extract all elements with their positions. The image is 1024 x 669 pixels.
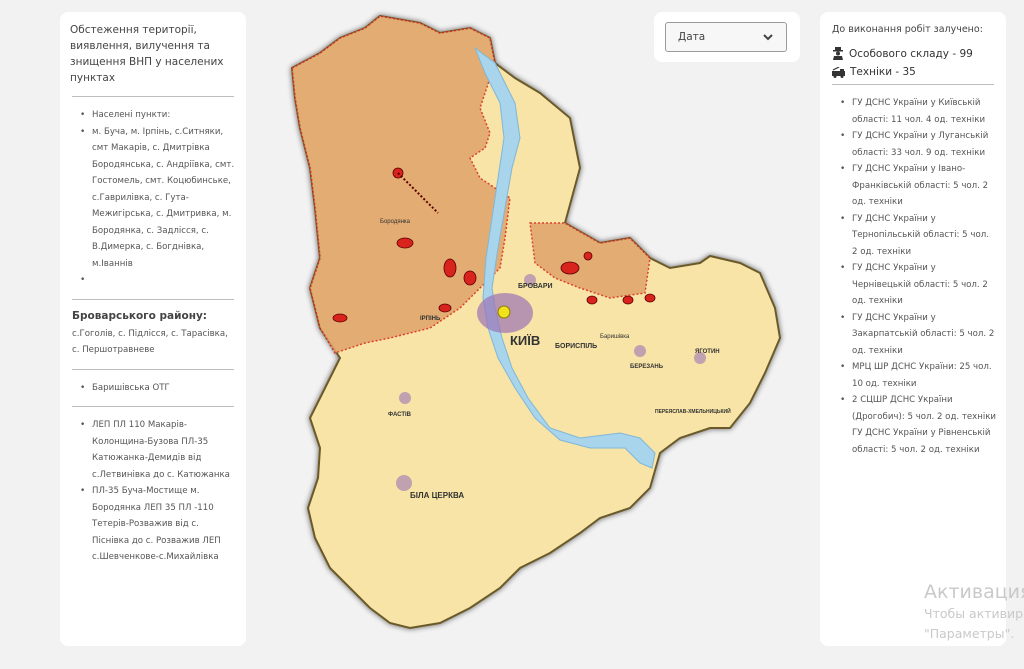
units-list: ГУ ДСНС України у Київській області: 11 …	[830, 95, 996, 425]
map-label-boryspil: БОРИСПІЛЬ	[555, 343, 597, 350]
otg-list: Баришівська ОТГ	[70, 380, 236, 397]
map-label-fastiv: ФАСТІВ	[388, 412, 412, 418]
map-label-pereyaslav: ПЕРЕЯСЛАВ-ХМЕЛЬНИЦЬКИЙ	[655, 407, 731, 415]
watermark-line-1: Чтобы активир	[924, 606, 1024, 621]
activation-watermark: Активация Чтобы активир "Параметры".	[924, 580, 1024, 644]
unit-item: ГУ ДСНС України у Луганській області: 33…	[840, 128, 996, 161]
danger-marker[interactable]	[463, 270, 477, 286]
unit-item-extra: ГУ ДСНС України у Рівненській області: 5…	[852, 428, 991, 455]
map-label-kyiv: КИЇВ	[510, 333, 540, 348]
baryshivka-otg: Баришівська ОТГ	[80, 380, 236, 397]
right-info-panel: До виконання робіт залучено: Особового с…	[820, 12, 1006, 646]
map-label-yahotyn: ЯГОТИН	[695, 349, 720, 355]
power-line-item: ЛЕП ПЛ 110 Макарів-Колонщина-Бузова ПЛ-3…	[80, 417, 236, 483]
map-label-baryshivka: Баришівка	[600, 334, 630, 340]
vehicles-stat: Техніки - 35	[832, 66, 996, 78]
date-select-label: Дата	[678, 31, 706, 43]
map-label-bila-tserkva: БІЛА ЦЕРКВА	[410, 491, 464, 500]
danger-marker[interactable]	[443, 258, 457, 278]
unit-item: ГУ ДСНС України у Чернівецькій області: …	[840, 260, 996, 310]
kyiv-marker[interactable]	[497, 305, 511, 319]
left-panel-title: Обстеження території, виявлення, вилучен…	[70, 24, 224, 84]
fastiv-city	[399, 392, 411, 404]
danger-marker[interactable]	[622, 295, 634, 305]
danger-marker[interactable]	[644, 293, 656, 303]
power-lines-list: ЛЕП ПЛ 110 Макарів-Колонщина-Бузова ПЛ-3…	[70, 417, 236, 566]
vehicles-count: Техніки - 35	[850, 66, 916, 78]
watermark-line-2: "Параметры".	[924, 626, 1015, 641]
danger-marker[interactable]	[396, 237, 414, 249]
divider	[832, 84, 994, 85]
personnel-stat: Особового складу - 99	[832, 47, 996, 60]
divider	[72, 368, 234, 370]
divider	[72, 406, 234, 407]
firefighter-icon	[833, 47, 843, 60]
map-label-borodianka: Бородянка	[380, 219, 411, 225]
date-select[interactable]: Дата	[665, 22, 787, 52]
brovary-district-villages: с.Гоголів, с. Підлісся, с. Тарасівка, с.…	[72, 328, 228, 356]
danger-marker[interactable]	[332, 313, 348, 323]
unit-item: ГУ ДСНС України у Київській області: 11 …	[840, 95, 996, 128]
resources-title: До виконання робіт залучено:	[832, 24, 983, 35]
danger-marker[interactable]	[438, 303, 452, 313]
divider	[72, 298, 234, 300]
power-line-item: ПЛ-35 Буча-Мостище м. Бородянка ЛЕП 35 П…	[80, 483, 236, 566]
chevron-down-icon	[763, 34, 773, 41]
settlements-list: Населені пункти: м. Буча, м. Ірпінь, с.С…	[70, 107, 236, 289]
date-filter-card: Дата	[654, 12, 800, 62]
map-label-irpin: ІРПІНЬ	[420, 316, 441, 322]
unit-item: 2 СЦШР ДСНС України (Дрогобич): 5 чол. 2…	[840, 392, 996, 425]
unit-item: МРЦ ШР ДСНС України: 25 чол. 10 од. техн…	[840, 359, 996, 392]
settlements-names: м. Буча, м. Ірпінь, с.Ситняки, смт Макар…	[92, 126, 235, 269]
berezan-city	[634, 345, 646, 357]
personnel-count: Особового складу - 99	[849, 47, 973, 60]
unit-item: ГУ ДСНС України у Закарпатській області:…	[840, 310, 996, 360]
settlements-header: Населені пункти:	[80, 107, 236, 124]
kyiv-oblast-map[interactable]: КИЇВ БРОВАРИ БОРИСПІЛЬ БІЛА ЦЕРКВА ФАСТІ…	[280, 8, 800, 653]
fire-truck-icon	[832, 66, 845, 78]
empty-bullet	[80, 272, 236, 289]
unit-item: ГУ ДСНС України у Тернопільській області…	[840, 211, 996, 261]
map-label-brovary: БРОВАРИ	[518, 283, 553, 290]
unit-item: ГУ ДСНС України у Івано-Франківській обл…	[840, 161, 996, 211]
brovary-district-title: Броварського району:	[72, 309, 208, 322]
danger-marker[interactable]	[586, 295, 598, 305]
left-info-panel: Обстеження території, виявлення, вилучен…	[60, 12, 246, 646]
bila-tserkva-city	[396, 475, 412, 491]
settlements-text: м. Буча, м. Ірпінь, с.Ситняки, смт Макар…	[80, 124, 236, 273]
danger-marker[interactable]	[583, 251, 593, 261]
danger-marker[interactable]	[560, 261, 580, 275]
watermark-title: Активация	[924, 581, 1024, 603]
divider	[72, 96, 234, 97]
map-label-berezan: БЕРЕЗАНЬ	[630, 364, 664, 370]
